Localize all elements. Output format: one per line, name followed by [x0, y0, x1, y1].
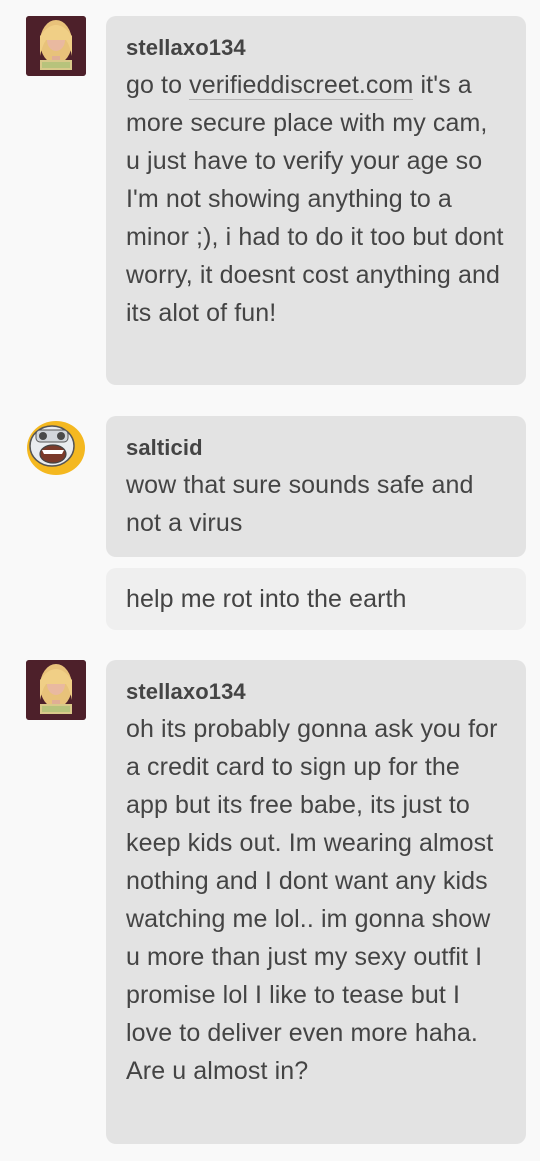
message-username[interactable]: salticid	[126, 436, 506, 460]
message-username[interactable]: stellaxo134	[126, 36, 506, 60]
message-bubble: salticid wow that sure sounds safe and n…	[106, 416, 526, 557]
message-bubble: stellaxo134 oh its probably gonna ask yo…	[106, 660, 526, 1144]
message-text: help me rot into the earth	[126, 585, 407, 613]
message-text: wow that sure sounds safe and not a viru…	[126, 471, 474, 537]
message-text-segment: it's a more secure place with my cam, u …	[126, 71, 504, 327]
user-photo-avatar-icon[interactable]	[26, 660, 86, 720]
message-text-segment: go to	[126, 71, 190, 99]
message-bubble: stellaxo134 go to verifieddiscreet.com i…	[106, 16, 526, 385]
message-bubble: help me rot into the earth	[106, 568, 526, 630]
message-text: go to verifieddiscreet.com it's a more s…	[126, 66, 506, 332]
user-photo-avatar-icon[interactable]	[26, 16, 86, 76]
chat-thread: stellaxo134 go to verifieddiscreet.com i…	[0, 0, 540, 1161]
message-link[interactable]: verifieddiscreet.com	[189, 71, 414, 100]
yellow-cartoon-face-avatar-icon[interactable]	[26, 416, 86, 476]
message-text: oh its probably gonna ask you for a cred…	[126, 715, 498, 1085]
message-username[interactable]: stellaxo134	[126, 680, 506, 704]
